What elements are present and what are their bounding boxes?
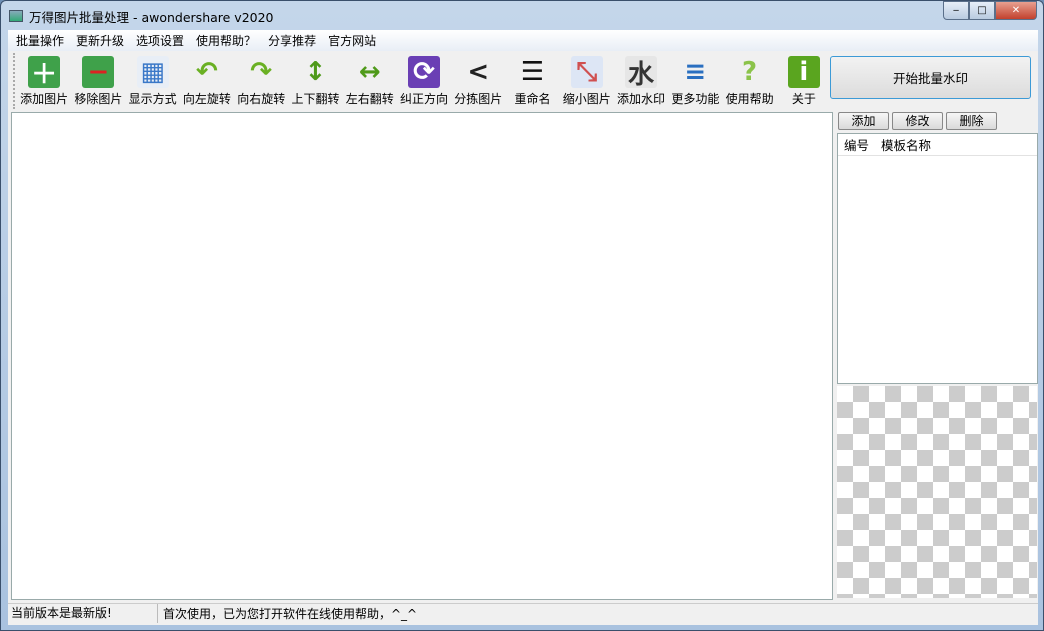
close-button[interactable]: ✕ xyxy=(995,1,1037,20)
correct-orientation-icon: ⟳ xyxy=(407,56,440,88)
delete-template-button[interactable]: 删除 xyxy=(946,112,997,130)
toolbar-button-label: 左右翻转 xyxy=(345,92,394,106)
status-bar: 当前版本是最新版! 首次使用，已为您打开软件在线使用帮助，^_^ xyxy=(8,603,1038,623)
toolbar-button-label: 更多功能 xyxy=(671,92,720,106)
status-version: 当前版本是最新版! xyxy=(8,604,158,623)
remove-image-icon: − xyxy=(82,56,115,88)
edit-template-button[interactable]: 修改 xyxy=(892,112,943,130)
toolbar-button-label: 添加水印 xyxy=(617,92,666,106)
toolbar-button[interactable]: ≡ 更多功能 xyxy=(668,53,722,109)
menu-item[interactable]: 更新升级 xyxy=(70,32,130,49)
window-title: 万得图片批量处理 - awondershare v2020 xyxy=(29,9,274,25)
menu-bar: 批量操作 更新升级 选项设置 使用帮助？ 分享推荐 官方网站 xyxy=(8,30,1038,51)
shrink-icon: ⤡ xyxy=(570,56,603,88)
numbered-list-icon: ☰ xyxy=(520,57,545,87)
toolbar-button[interactable]: i 关于 xyxy=(777,53,831,109)
status-message: 首次使用，已为您打开软件在线使用帮助，^_^ xyxy=(163,607,418,621)
title-bar: 万得图片批量处理 - awondershare v2020 xyxy=(9,6,274,26)
rotate-right-icon: ↷ xyxy=(250,57,273,87)
toolbar-button[interactable]: 水添加水印 xyxy=(614,53,668,109)
menu-item[interactable]: 官方网站 xyxy=(322,32,382,49)
watermark-icon: 水 xyxy=(625,56,658,90)
column-header-template-name[interactable]: 模板名称 xyxy=(875,135,937,154)
toolbar-button-label: 上下翻转 xyxy=(291,92,340,106)
flip-vertical-icon: ↕ xyxy=(304,57,327,87)
template-table[interactable]: 编号 模板名称 xyxy=(837,133,1038,384)
toolbar-button[interactable]: ⟳ 纠正方向 xyxy=(397,53,451,109)
app-window: 万得图片批量处理 - awondershare v2020 ‒ □ ✕ 批量操作… xyxy=(0,0,1044,631)
toolbar-button-label: 纠正方向 xyxy=(399,92,448,106)
menu-item[interactable]: 选项设置 xyxy=(130,32,190,49)
toolbar-button[interactable]: ▦ 显示方式 xyxy=(126,53,180,109)
toolbar: ＋ 添加图片 − 移除图片 ▦ 显示方式 ↶ 向左旋转 ↷ 向右旋转 ↕ 上下翻转 ↔ 左右翻转 ⟳ 纠正方向… xyxy=(13,53,831,109)
toolbar-button[interactable]: ↔ 左右翻转 xyxy=(343,53,397,109)
toolbar-button[interactable]: ? 使用帮助 xyxy=(722,53,776,109)
start-batch-watermark-button[interactable]: 开始批量水印 xyxy=(830,56,1031,99)
image-list-area[interactable] xyxy=(11,112,833,600)
toolbar-button-label: 向左旋转 xyxy=(182,92,231,106)
rotate-left-icon: ↶ xyxy=(196,57,218,87)
toolbar-button-label: 显示方式 xyxy=(128,92,177,106)
app-icon xyxy=(9,10,23,22)
toolbar-button-label: 缩小图片 xyxy=(562,92,611,106)
add-image-icon: ＋ xyxy=(28,56,61,90)
toolbar-button-label: 关于 xyxy=(791,92,816,106)
toolbar-button-label: 移除图片 xyxy=(74,92,123,106)
grid-view-icon: ▦ xyxy=(136,56,169,88)
toolbar-button-label: 重命名 xyxy=(514,92,551,106)
share-sort-icon: < xyxy=(467,57,490,87)
minimize-button[interactable]: ‒ xyxy=(943,1,969,20)
toolbar-button[interactable]: < 分拣图片 xyxy=(451,53,505,109)
menu-item[interactable]: 批量操作 xyxy=(10,32,70,49)
toolbar-button[interactable]: ↕ 上下翻转 xyxy=(288,53,342,109)
more-features-icon: ≡ xyxy=(684,57,707,87)
toolbar-button[interactable]: ↶ 向左旋转 xyxy=(180,53,234,109)
menu-item[interactable]: 使用帮助？ xyxy=(190,32,262,49)
help-icon: ? xyxy=(742,57,758,87)
flip-horizontal-icon: ↔ xyxy=(358,57,381,87)
maximize-button[interactable]: □ xyxy=(969,1,995,20)
template-panel: 添加 修改 删除 编号 模板名称 xyxy=(837,112,1038,598)
toolbar-button[interactable]: ＋ 添加图片 xyxy=(17,53,71,109)
about-icon: i xyxy=(787,56,820,88)
toolbar-button-label: 使用帮助 xyxy=(725,92,774,106)
column-header-number[interactable]: 编号 xyxy=(838,135,875,154)
toolbar-button[interactable]: ↷ 向右旋转 xyxy=(234,53,288,109)
toolbar-button-label: 分拣图片 xyxy=(454,92,503,106)
toolbar-button[interactable]: − 移除图片 xyxy=(71,53,125,109)
toolbar-button[interactable]: ☰ 重命名 xyxy=(505,53,559,109)
toolbar-button-label: 向右旋转 xyxy=(237,92,286,106)
add-template-button[interactable]: 添加 xyxy=(838,112,889,130)
toolbar-button-label: 添加图片 xyxy=(20,92,69,106)
menu-item[interactable]: 分享推荐 xyxy=(262,32,322,49)
watermark-preview xyxy=(837,386,1037,598)
toolbar-button[interactable]: ⤡ 缩小图片 xyxy=(560,53,614,109)
